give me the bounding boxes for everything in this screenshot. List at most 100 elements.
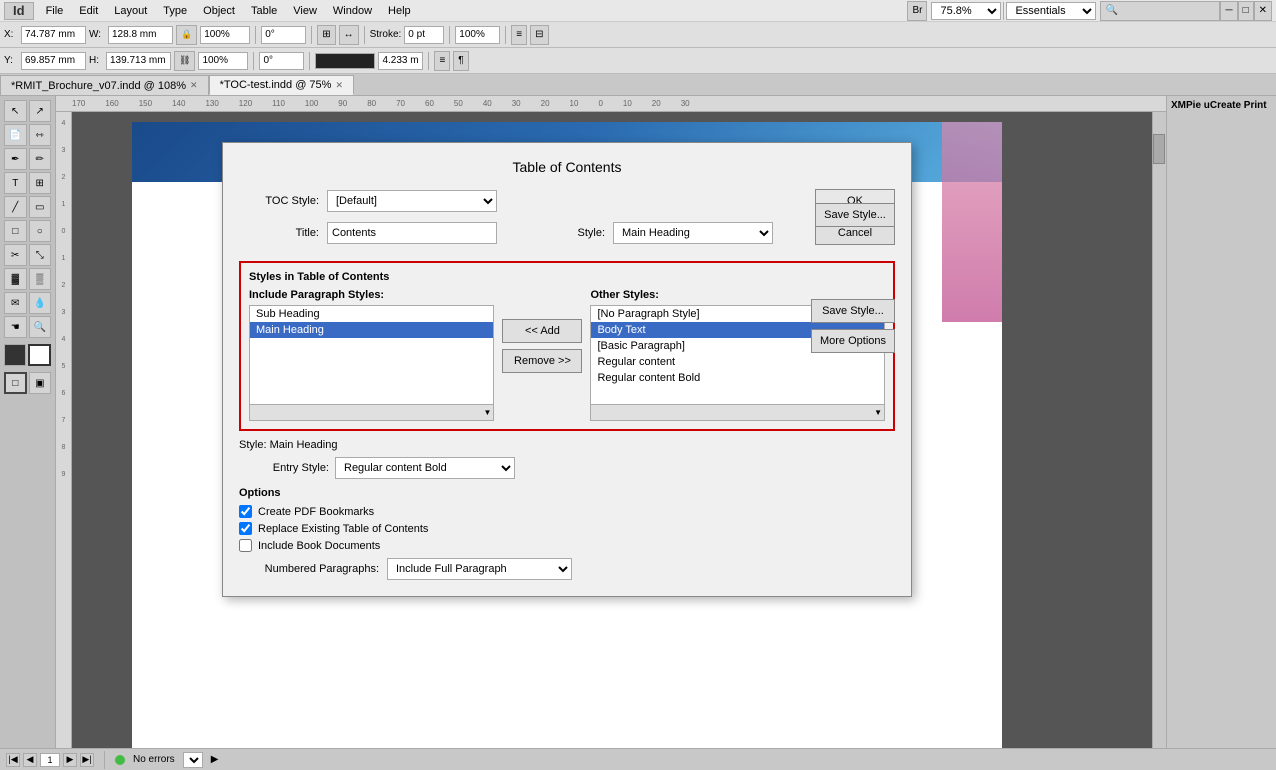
more-options-button[interactable]: More Options — [811, 329, 895, 353]
tool-row-6: □ ○ — [4, 220, 51, 242]
replace-existing-checkbox[interactable] — [239, 522, 252, 535]
close-btn[interactable]: ✕ — [1254, 1, 1272, 21]
gradient-swatch-tool[interactable]: ▒ — [29, 268, 52, 290]
style-select[interactable]: Main Heading — [613, 222, 773, 244]
numbered-para-select[interactable]: Include Full Paragraph Include Numbers O… — [387, 558, 572, 580]
canvas-scrollbar-v[interactable] — [1152, 112, 1166, 748]
distribute-tools[interactable]: ⊟ — [530, 25, 548, 45]
y-input[interactable] — [21, 52, 86, 70]
regular-content-bold-item[interactable]: Regular content Bold — [591, 370, 884, 386]
menu-view[interactable]: View — [285, 0, 325, 22]
style-entry-row: Style: Main Heading — [239, 439, 895, 451]
select-tool[interactable]: ↖ — [4, 100, 27, 122]
text-align-tools[interactable]: ≡ — [434, 51, 450, 71]
scale-y-input[interactable] — [198, 52, 248, 70]
page-tool[interactable]: 📄 — [4, 124, 27, 146]
ellipse-tool[interactable]: ○ — [29, 220, 52, 242]
opacity-input[interactable] — [455, 26, 500, 44]
entry-style-select[interactable]: Regular content Bold Regular content Bod… — [335, 457, 515, 479]
include-para-label: Include Paragraph Styles: — [249, 289, 494, 301]
menu-window[interactable]: Window — [325, 0, 380, 22]
gradient-tool[interactable]: ▓ — [4, 268, 27, 290]
stroke-width-input[interactable] — [378, 52, 423, 70]
menu-help[interactable]: Help — [380, 0, 419, 22]
transform-tools[interactable]: ⊞ — [317, 25, 335, 45]
normal-view[interactable]: □ — [4, 372, 27, 394]
prev-page-btn[interactable]: ◀ — [23, 753, 37, 767]
first-page-btn[interactable]: |◀ — [6, 753, 20, 767]
search-btn[interactable]: 🔍 — [1100, 1, 1220, 21]
scroll-right-arrow[interactable]: ▶ — [211, 754, 219, 765]
table-tool[interactable]: ⊞ — [29, 172, 52, 194]
tab-toc[interactable]: *TOC-test.indd @ 75% ✕ — [209, 75, 354, 95]
rect-tool[interactable]: □ — [4, 220, 27, 242]
dialog-overlay: Table of Contents TOC Style: [Default] O… — [132, 122, 1002, 748]
toolbar-1: X: W: 🔒 ⊞ ↔ Stroke: ≡ ⊟ — [0, 22, 1276, 48]
essentials-select[interactable]: Essentials — [1006, 2, 1096, 20]
text-tool[interactable]: T — [4, 172, 27, 194]
menu-object[interactable]: Object — [195, 0, 243, 22]
pen-tool[interactable]: ✒ — [4, 148, 27, 170]
last-page-btn[interactable]: ▶| — [80, 753, 94, 767]
menu-table[interactable]: Table — [243, 0, 285, 22]
constrain-btn[interactable]: ⛓ — [174, 51, 195, 71]
maximize-btn[interactable]: □ — [1238, 1, 1254, 21]
x-input[interactable] — [21, 26, 86, 44]
save-style-button-2[interactable]: Save Style... — [811, 299, 895, 323]
align-tools[interactable]: ≡ — [511, 25, 527, 45]
free-transform-tool[interactable]: ⤡ — [29, 244, 52, 266]
menu-edit[interactable]: Edit — [71, 0, 106, 22]
regular-content-item[interactable]: Regular content — [591, 354, 884, 370]
angle2-input[interactable] — [259, 52, 304, 70]
gap-tool[interactable]: ⇿ — [29, 124, 52, 146]
include-book-checkbox[interactable] — [239, 539, 252, 552]
menu-type[interactable]: Type — [155, 0, 195, 22]
hand-tool[interactable]: ☚ — [4, 316, 27, 338]
tab-toc-close[interactable]: ✕ — [335, 80, 343, 91]
flip-h[interactable]: ↔ — [339, 25, 359, 45]
fill-color[interactable] — [4, 344, 26, 366]
remove-button[interactable]: Remove >> — [502, 349, 582, 373]
sub-heading-item[interactable]: Sub Heading — [250, 306, 493, 322]
add-button[interactable]: << Add — [502, 319, 582, 343]
lock-btn[interactable]: 🔒 — [176, 25, 197, 45]
line-tool[interactable]: ╱ — [4, 196, 27, 218]
direct-select-tool[interactable]: ↗ — [29, 100, 52, 122]
create-pdf-checkbox[interactable] — [239, 505, 252, 518]
other-scroll-arrow[interactable]: ▼ — [874, 408, 882, 417]
minimize-btn[interactable]: ─ — [1220, 1, 1237, 21]
color-swatch-black[interactable] — [315, 53, 375, 69]
errors-select[interactable]: ▼ — [183, 752, 203, 768]
next-page-btn[interactable]: ▶ — [63, 753, 77, 767]
zoom-select[interactable]: 75.8% — [931, 2, 1001, 20]
tab-brochure[interactable]: *RMIT_Brochure_v07.indd @ 108% ✕ — [0, 75, 209, 95]
para-tools[interactable]: ¶ — [453, 51, 468, 71]
preview-view[interactable]: ▣ — [29, 372, 51, 394]
toc-style-select[interactable]: [Default] — [327, 190, 497, 212]
zoom-tool[interactable]: 🔍 — [29, 316, 52, 338]
menu-file[interactable]: File — [38, 0, 72, 22]
note-tool[interactable]: ✉ — [4, 292, 27, 314]
bottom-sep — [104, 751, 105, 769]
save-style-button[interactable]: Save Style... — [815, 203, 895, 227]
left-tools-panel: ↖ ↗ 📄 ⇿ ✒ ✏ T ⊞ ╱ ▭ □ ○ ✂ ⤡ ▓ ▒ — [0, 96, 56, 748]
scrollbar-thumb-v[interactable] — [1153, 134, 1165, 164]
page-number-input[interactable] — [40, 753, 60, 767]
eyedrop-tool[interactable]: 💧 — [29, 292, 52, 314]
angle1-input[interactable] — [261, 26, 306, 44]
pencil-tool[interactable]: ✏ — [29, 148, 52, 170]
h-input[interactable] — [106, 52, 171, 70]
title-input[interactable] — [327, 222, 497, 244]
w-input[interactable] — [108, 26, 173, 44]
tab-brochure-close[interactable]: ✕ — [190, 80, 198, 91]
main-heading-item[interactable]: Main Heading — [250, 322, 493, 338]
rect-frame-tool[interactable]: ▭ — [29, 196, 52, 218]
bridge-button[interactable]: Br — [907, 1, 927, 21]
stroke-color[interactable] — [28, 344, 51, 366]
scissors-tool[interactable]: ✂ — [4, 244, 27, 266]
scroll-down-arrow[interactable]: ▼ — [484, 408, 492, 417]
stroke-input[interactable] — [404, 26, 444, 44]
scale-x-input[interactable] — [200, 26, 250, 44]
include-para-list[interactable]: Sub Heading Main Heading — [249, 305, 494, 405]
menu-layout[interactable]: Layout — [106, 0, 155, 22]
